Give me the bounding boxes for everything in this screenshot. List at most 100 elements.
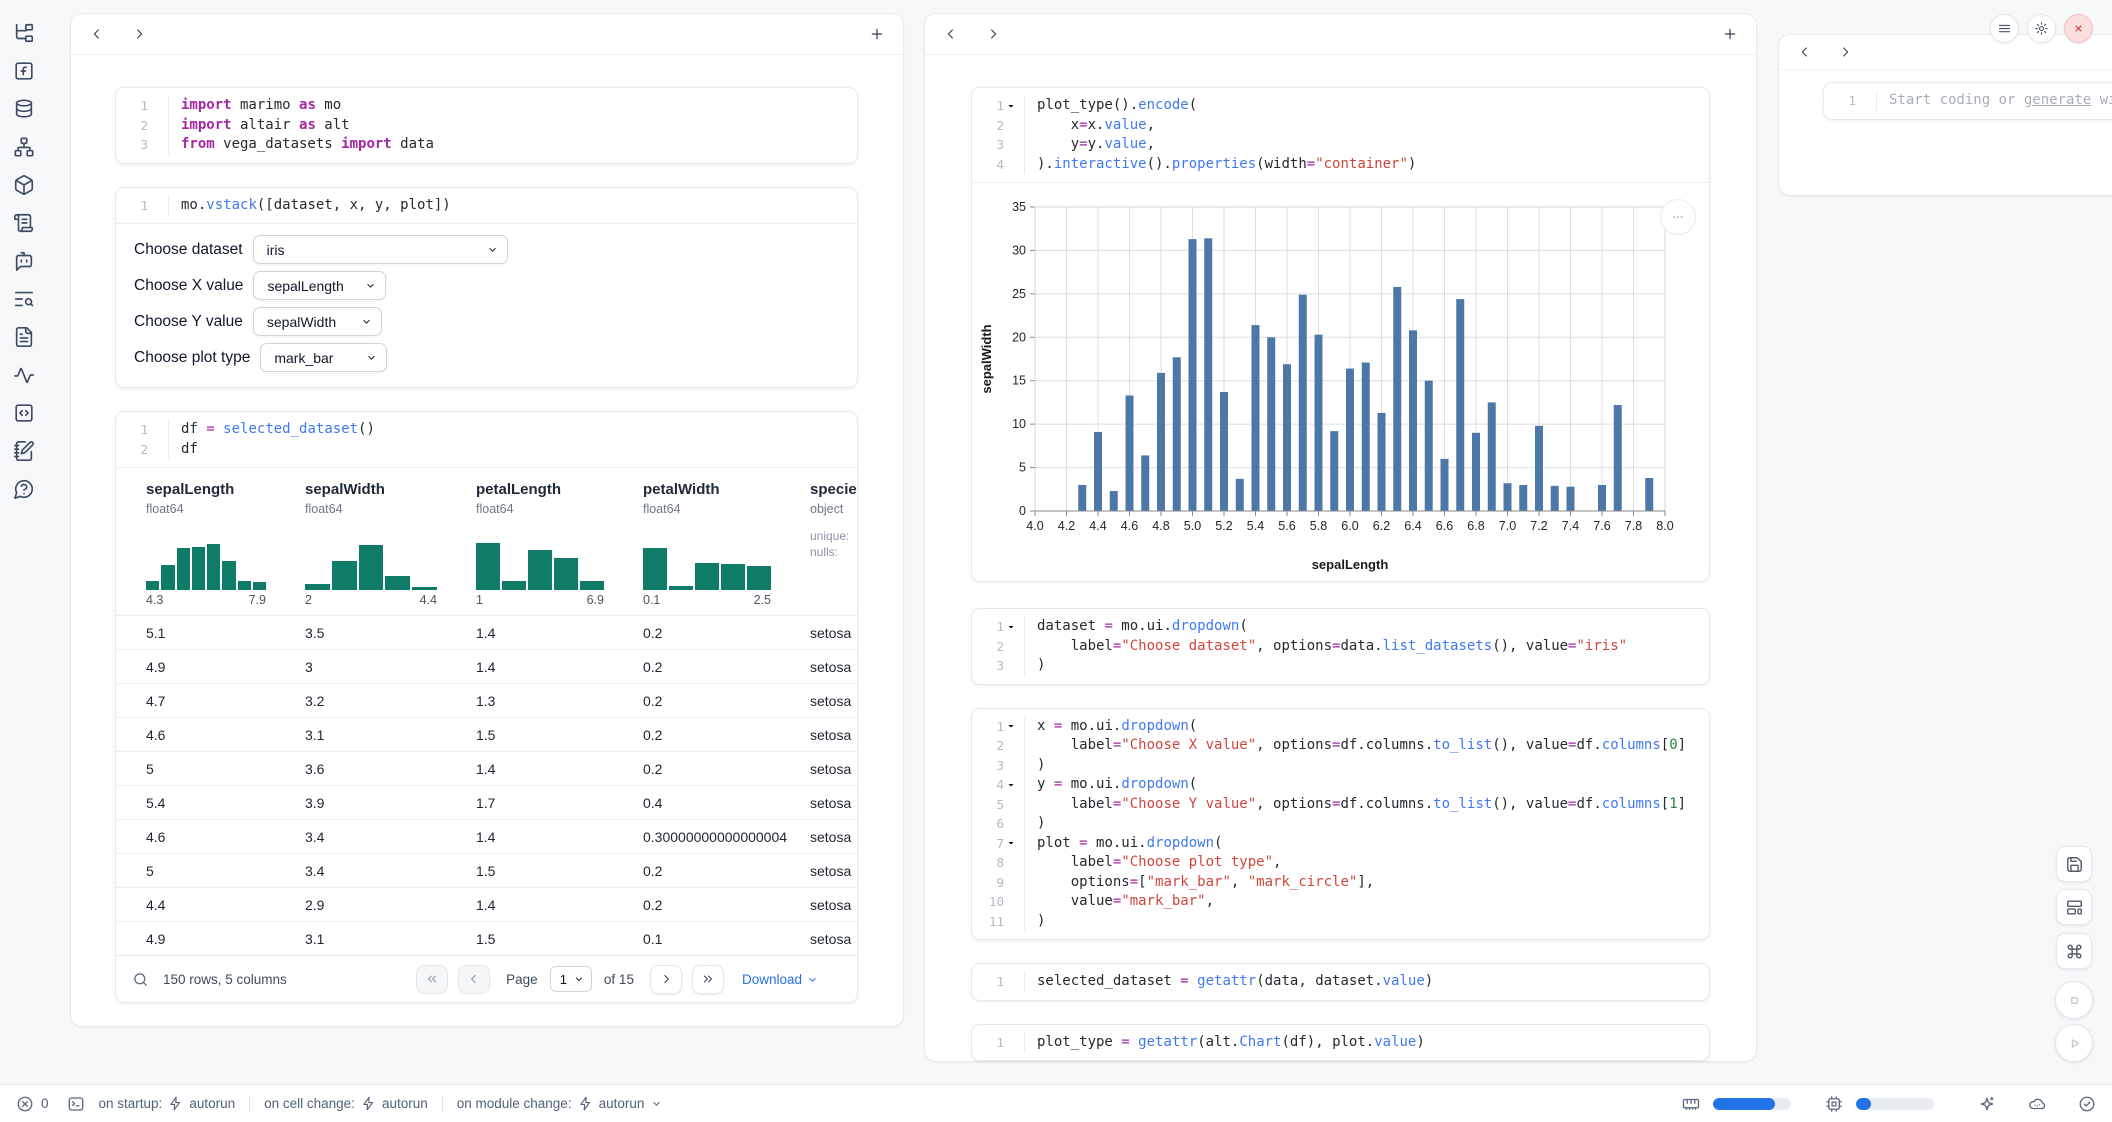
- runtime-config-on-module-change[interactable]: on module change:autorun: [457, 1096, 664, 1111]
- table-cell: 3.9: [289, 795, 460, 811]
- table-row[interactable]: 4.63.41.40.30000000000000004setosa: [116, 819, 857, 853]
- help-circle-icon[interactable]: [13, 478, 35, 500]
- first-page-button[interactable]: [416, 965, 448, 994]
- table-row[interactable]: 4.93.11.50.1setosa: [116, 921, 857, 955]
- chart-menu-button[interactable]: [1660, 199, 1696, 235]
- code-editor-dataset[interactable]: 1dataset = mo.ui.dropdown(2 label="Choos…: [972, 609, 1709, 684]
- run-button[interactable]: [2055, 1024, 2093, 1062]
- cell-imports: 1import marimo as mo2import altair as al…: [115, 87, 858, 164]
- column-header-sepalWidth[interactable]: sepalWidthfloat6424.4: [289, 480, 460, 615]
- bar: [1456, 299, 1464, 511]
- code-square-icon[interactable]: [13, 402, 35, 424]
- ai-sparkles-icon[interactable]: [1978, 1095, 1996, 1113]
- altair-chart[interactable]: 4.04.24.44.64.85.05.25.45.65.86.06.26.46…: [972, 183, 1709, 581]
- database-icon[interactable]: [13, 98, 35, 120]
- line-number: 3: [996, 656, 1004, 676]
- column-histogram[interactable]: [146, 528, 266, 590]
- panel-forward-icon[interactable]: [1837, 44, 1853, 60]
- panel-forward-icon[interactable]: [985, 26, 1001, 42]
- svg-text:7.0: 7.0: [1499, 519, 1516, 533]
- table-row[interactable]: 53.61.40.2setosa: [116, 751, 857, 785]
- fold-chevron-icon[interactable]: [1004, 779, 1018, 791]
- table-row[interactable]: 4.42.91.40.2setosa: [116, 887, 857, 921]
- shortcuts-button[interactable]: [2056, 933, 2092, 969]
- stop-button[interactable]: [2055, 981, 2093, 1019]
- panel-back-icon[interactable]: [1797, 44, 1813, 60]
- panel-back-icon[interactable]: [943, 26, 959, 42]
- fold-chevron-icon[interactable]: [1004, 837, 1018, 849]
- panel-forward-icon[interactable]: [131, 26, 147, 42]
- table-row[interactable]: 53.41.50.2setosa: [116, 853, 857, 887]
- shutdown-button[interactable]: [2064, 14, 2093, 43]
- function-square-icon[interactable]: [13, 60, 35, 82]
- menu-button[interactable]: [1990, 14, 2019, 43]
- scroll-text-icon[interactable]: [13, 212, 35, 234]
- dropdown-label: Choose plot type: [134, 349, 250, 367]
- file-tree-icon[interactable]: [13, 22, 35, 44]
- column-histogram[interactable]: [305, 528, 437, 590]
- generate-with-ai-link[interactable]: generate: [2024, 92, 2091, 108]
- bot-icon[interactable]: [13, 250, 35, 272]
- line-number: 9: [996, 873, 1004, 893]
- download-button[interactable]: Download: [742, 972, 819, 987]
- dropdown-choose-plot-type[interactable]: mark_bar: [260, 343, 387, 372]
- fold-chevron-icon[interactable]: [1004, 621, 1018, 633]
- notebook-pen-icon[interactable]: [13, 440, 35, 462]
- code-editor-xyplot[interactable]: 1x = mo.ui.dropdown(2 label="Choose X va…: [972, 709, 1709, 940]
- error-counter[interactable]: 0: [16, 1095, 49, 1113]
- table-cell: setosa: [794, 931, 858, 947]
- code-editor-plot[interactable]: 1plot_type().encode(2 x=x.value,3 y=y.va…: [972, 88, 1709, 182]
- table-row[interactable]: 4.73.21.30.2setosa: [116, 683, 857, 717]
- search-icon[interactable]: [132, 971, 149, 988]
- package-icon[interactable]: [13, 174, 35, 196]
- svg-text:4.2: 4.2: [1058, 519, 1075, 533]
- settings-button[interactable]: [2027, 14, 2056, 43]
- column-header-species[interactable]: speciesobjectunique:nulls:: [794, 480, 858, 615]
- add-cell-icon[interactable]: [869, 26, 885, 42]
- column-header-petalLength[interactable]: petalLengthfloat6416.9: [460, 480, 627, 615]
- svg-text:6.8: 6.8: [1467, 519, 1484, 533]
- errors-icon: [16, 1095, 34, 1113]
- runtime-config-on-cell-change[interactable]: on cell change:autorun: [264, 1096, 428, 1111]
- dropdown-choose-dataset[interactable]: iris: [253, 235, 508, 264]
- svg-text:4.4: 4.4: [1089, 519, 1106, 533]
- bar: [1441, 459, 1449, 511]
- last-page-button[interactable]: [692, 965, 724, 994]
- save-button[interactable]: [2056, 846, 2092, 882]
- prev-page-button[interactable]: [458, 965, 490, 994]
- text-search-icon[interactable]: [13, 288, 35, 310]
- file-text-icon[interactable]: [13, 326, 35, 348]
- empty-code-editor[interactable]: 1 Start coding or generate with AI: [1824, 83, 2112, 119]
- table-row[interactable]: 5.43.91.70.4setosa: [116, 785, 857, 819]
- add-cell-icon[interactable]: [1722, 26, 1738, 42]
- table-row[interactable]: 4.931.40.2setosa: [116, 649, 857, 683]
- column-header-sepalLength[interactable]: sepalLengthfloat644.37.9: [130, 480, 289, 615]
- dropdown-choose-y-value[interactable]: sepalWidth: [253, 307, 382, 336]
- code-editor-selected-dataset[interactable]: 1selected_dataset = getattr(data, datase…: [972, 964, 1709, 1000]
- page-select[interactable]: 1: [550, 966, 592, 992]
- hierarchy-icon[interactable]: [13, 136, 35, 158]
- code-editor-imports[interactable]: 1import marimo as mo2import altair as al…: [116, 88, 857, 163]
- line-number: 1: [996, 617, 1004, 637]
- dropdown-choose-x-value[interactable]: sepalLength: [253, 271, 386, 300]
- next-page-button[interactable]: [650, 965, 682, 994]
- terminal-icon[interactable]: [67, 1095, 85, 1113]
- table-row[interactable]: 4.63.11.50.2setosa: [116, 717, 857, 751]
- code-editor-vstack[interactable]: 1mo.vstack([dataset, x, y, plot]): [116, 188, 857, 224]
- table-row[interactable]: 5.13.51.40.2setosa: [116, 615, 857, 649]
- fold-chevron-icon[interactable]: [1004, 720, 1018, 732]
- column-histogram[interactable]: [643, 528, 771, 590]
- line-number: 7: [996, 834, 1004, 854]
- cloud-icon[interactable]: [2028, 1095, 2046, 1113]
- code-editor-plot-type[interactable]: 1plot_type = getattr(alt.Chart(df), plot…: [972, 1025, 1709, 1061]
- column-header-petalWidth[interactable]: petalWidthfloat640.12.5: [627, 480, 794, 615]
- column-histogram[interactable]: [476, 528, 604, 590]
- activity-icon[interactable]: [13, 364, 35, 386]
- fold-chevron-icon[interactable]: [1004, 100, 1018, 112]
- layout-button[interactable]: [2056, 889, 2092, 925]
- connection-status-icon[interactable]: [2078, 1095, 2096, 1113]
- code-editor-df[interactable]: 1df = selected_dataset()2df: [116, 412, 857, 467]
- cell-xyplot-dropdowns: 1x = mo.ui.dropdown(2 label="Choose X va…: [971, 708, 1710, 941]
- runtime-config-on-startup[interactable]: on startup:autorun: [99, 1096, 236, 1111]
- panel-back-icon[interactable]: [89, 26, 105, 42]
